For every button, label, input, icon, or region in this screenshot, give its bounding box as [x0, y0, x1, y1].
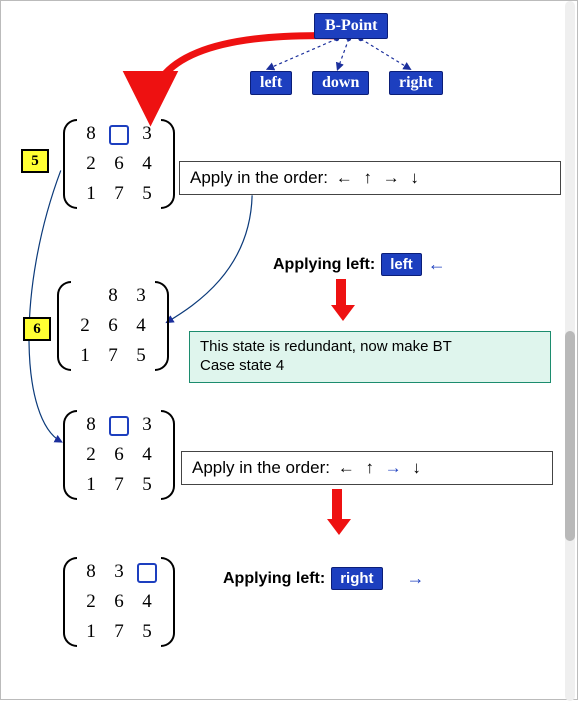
order-label: Apply in the order: [190, 168, 328, 187]
right-arrow-icon: → [407, 568, 425, 589]
applying-left: Applying left: left ← [273, 253, 446, 276]
applying-right-label: Applying left: [223, 570, 325, 588]
info-line-2: Case state 4 [200, 357, 540, 376]
left-arrow-icon: ← [428, 254, 446, 275]
info-line-1: This state is redundant, now make BT [200, 338, 540, 357]
applying-left-label: Applying left: [273, 256, 375, 274]
child-left: left [250, 71, 292, 95]
blank-tile-icon [109, 125, 129, 145]
red-arrow-1 [331, 279, 351, 321]
matrix-state-5: 83264175 [63, 119, 175, 209]
order-label-2: Apply in the order: [192, 458, 330, 477]
order-seq-1: ← ↑ → ↓ [333, 168, 422, 187]
applying-left-tag: left [381, 253, 422, 276]
matrix-state-6: 83264175 [57, 281, 169, 371]
applying-right-tag: right [331, 567, 382, 590]
child-right: right [389, 71, 443, 95]
order-seq-2: ← ↑ → ↓ [335, 458, 424, 477]
scrollbar-thumb[interactable] [565, 331, 575, 541]
red-arrow-2 [327, 489, 347, 535]
order-box-1: Apply in the order: ← ↑ → ↓ [179, 161, 561, 195]
bpoint-label: B-Point [314, 13, 388, 39]
matrix-state-8: 83264175 [63, 557, 175, 647]
matrix-state-7: 83264175 [63, 410, 175, 500]
blank-tile-icon [109, 416, 129, 436]
child-down: down [312, 71, 369, 95]
step-box-5: 5 [21, 149, 49, 173]
applying-right: Applying left: right → [223, 567, 425, 590]
order-box-2: Apply in the order: ← ↑ → ↓ [181, 451, 553, 485]
info-box: This state is redundant, now make BT Cas… [189, 331, 551, 383]
step-box-6: 6 [23, 317, 51, 341]
blank-tile-icon [137, 563, 157, 583]
